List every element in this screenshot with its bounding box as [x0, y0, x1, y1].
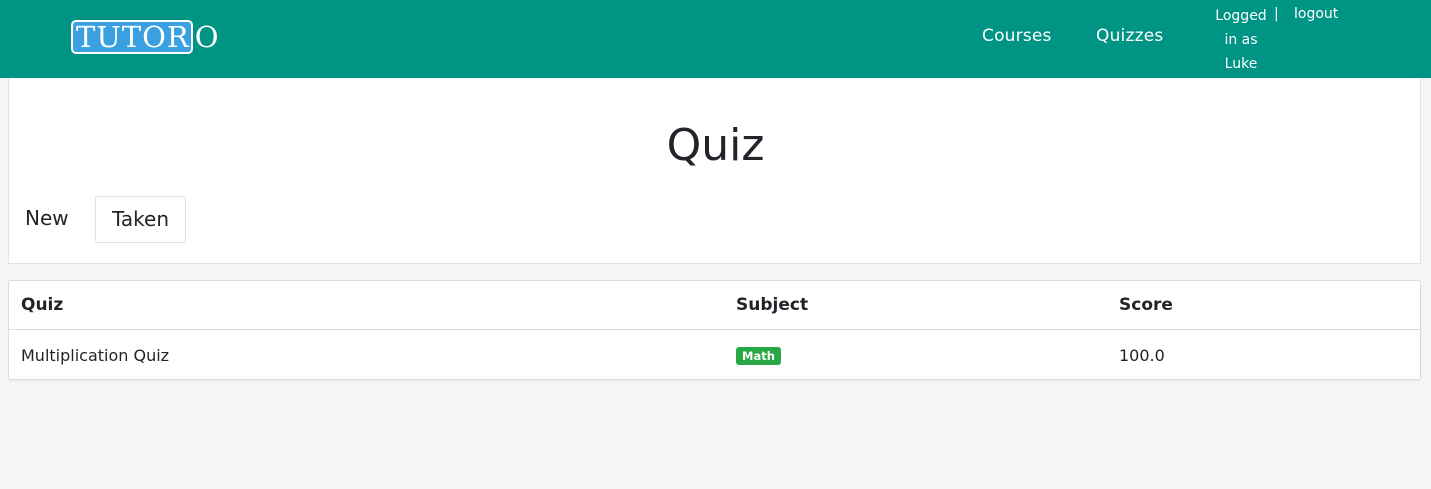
logged-in-username: Luke: [1224, 56, 1258, 72]
page-title: Quiz: [666, 120, 765, 171]
cell-quiz-name[interactable]: Multiplication Quiz: [21, 331, 169, 380]
logout-link[interactable]: logout: [1294, 4, 1338, 24]
nav-link-quizzes[interactable]: Quizzes: [1096, 26, 1163, 46]
quiz-header-card: Quiz New Taken: [8, 78, 1421, 264]
table-header-row: Quiz Subject Score: [9, 281, 1420, 330]
cell-score: 100.0: [1119, 346, 1165, 365]
top-navbar: TUTOR O Courses Quizzes Logged in as Luk…: [0, 0, 1431, 78]
logged-in-user: Logged in as Luke: [1210, 4, 1272, 76]
column-header-subject[interactable]: Subject: [736, 281, 808, 330]
subject-badge: Math: [736, 346, 781, 365]
tab-new[interactable]: New: [9, 196, 85, 243]
logged-in-line-2: in as: [1224, 32, 1258, 48]
nav-link-courses[interactable]: Courses: [982, 26, 1052, 46]
table-row[interactable]: Multiplication Quiz Math 100.0: [9, 331, 1420, 380]
column-header-quiz[interactable]: Quiz: [21, 281, 63, 330]
logo[interactable]: TUTOR O: [71, 20, 220, 54]
tab-taken[interactable]: Taken: [95, 196, 187, 243]
logged-in-line-1: Logged: [1215, 8, 1267, 24]
logo-boxed-text: TUTOR: [71, 20, 193, 54]
logo-tail-text: O: [194, 20, 220, 54]
quiz-results-table: Quiz Subject Score Multiplication Quiz M…: [8, 280, 1421, 380]
column-header-score[interactable]: Score: [1119, 281, 1173, 330]
nav-separator: |: [1274, 6, 1279, 22]
cell-subject: Math: [736, 331, 781, 380]
